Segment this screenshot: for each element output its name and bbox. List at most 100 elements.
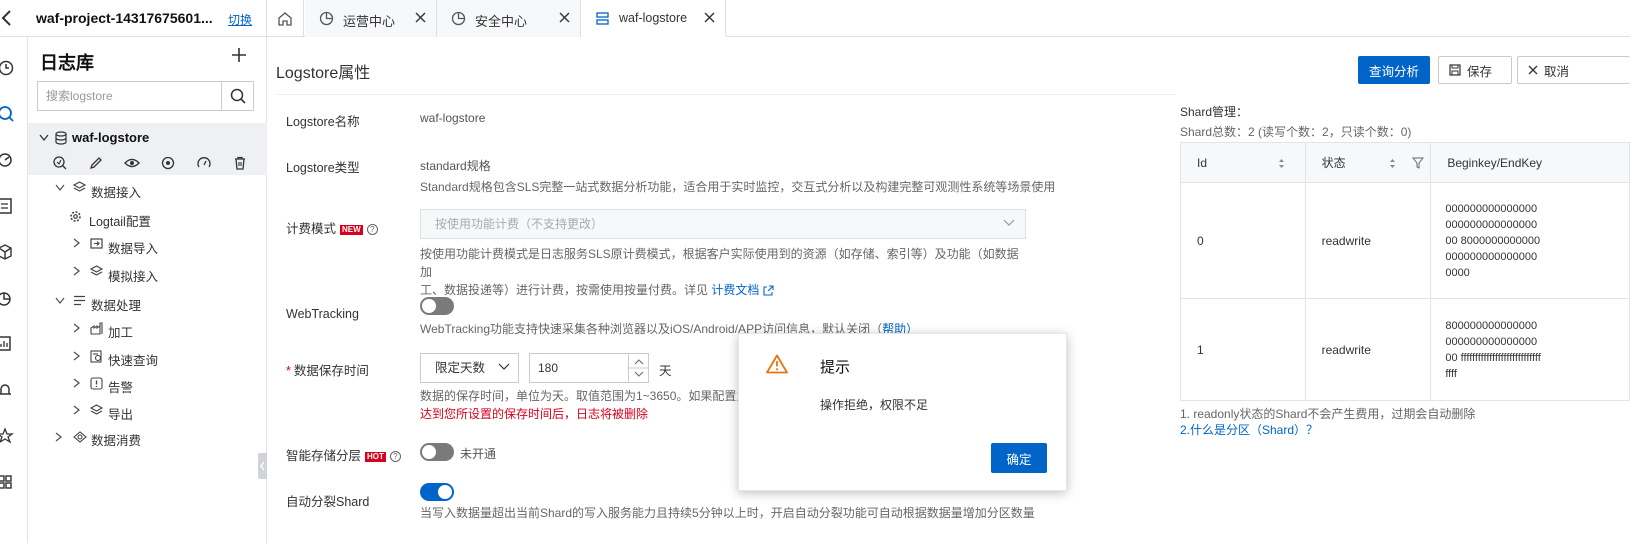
tab-ops-center[interactable]: 运营中心 bbox=[305, 0, 437, 37]
column-header-id[interactable]: Id bbox=[1180, 142, 1306, 183]
column-header-status[interactable]: 状态 bbox=[1304, 142, 1432, 183]
table-row: 0 readwrite 0000000000000000000000000000… bbox=[1180, 182, 1630, 299]
tab-label: waf-logstore bbox=[619, 11, 688, 25]
chevron-down-icon[interactable] bbox=[55, 184, 65, 192]
chart-pie-icon bbox=[451, 11, 466, 26]
tree-item-quick-query[interactable]: 快速查询 bbox=[108, 350, 158, 369]
tree-item-data-ingest[interactable]: 数据接入 bbox=[91, 182, 141, 201]
chevron-down-icon[interactable] bbox=[39, 134, 49, 142]
chevron-down-icon bbox=[1003, 219, 1015, 227]
quick-query-icon bbox=[90, 350, 103, 363]
retention-desc: 数据的保存时间，单位为天。取值范围为1~3650。如果配置为 bbox=[420, 389, 749, 403]
tree-item-simulate[interactable]: 模拟接入 bbox=[108, 266, 158, 285]
chevron-right-icon[interactable] bbox=[73, 323, 81, 333]
database-icon bbox=[55, 131, 67, 145]
query-analysis-button[interactable]: 查询分析 bbox=[1358, 56, 1430, 84]
pie-chart-icon[interactable] bbox=[0, 289, 16, 307]
project-name: waf-project-14317675601... bbox=[36, 10, 213, 26]
sidebar-collapse-handle[interactable] bbox=[258, 453, 267, 479]
retention-warning: 达到您所设置的保存时间后，日志将被删除 bbox=[420, 407, 649, 421]
help-icon[interactable]: ? bbox=[389, 451, 401, 463]
apps-grid-icon[interactable] bbox=[0, 473, 16, 491]
new-badge: NEW bbox=[340, 224, 363, 235]
edit-icon[interactable] bbox=[78, 155, 114, 171]
retention-days-input[interactable]: 180 bbox=[529, 353, 649, 383]
tree-item-data-consume[interactable]: 数据消费 bbox=[91, 430, 141, 449]
close-icon[interactable] bbox=[704, 12, 715, 23]
autosplit-toggle[interactable] bbox=[420, 483, 454, 501]
search-input[interactable] bbox=[38, 82, 218, 110]
bell-icon[interactable] bbox=[0, 381, 16, 399]
logstore-type-desc: Standard规格包含SLS完整一站式数据分析功能，适合用于实时监控，交互式分… bbox=[420, 180, 1056, 194]
tree-item-data-import[interactable]: 数据导入 bbox=[108, 238, 158, 257]
logstore-type-value: standard规格 bbox=[420, 159, 491, 173]
cube-icon[interactable] bbox=[0, 243, 16, 261]
cancel-label: 取消 bbox=[1544, 64, 1570, 79]
factory-icon bbox=[90, 322, 103, 335]
billing-doc-link[interactable]: 计费文档 bbox=[711, 283, 759, 297]
chevron-down-icon[interactable] bbox=[55, 297, 65, 305]
switch-project-link[interactable]: 切换 bbox=[228, 11, 252, 28]
tree-item-logtail[interactable]: Logtail配置 bbox=[89, 211, 151, 230]
list-icon bbox=[73, 294, 86, 307]
star-icon[interactable] bbox=[0, 427, 16, 445]
chevron-right-icon[interactable] bbox=[73, 266, 81, 276]
shard-help-link[interactable]: 2.什么是分区（Shard）？ bbox=[1180, 421, 1318, 438]
chevron-right-icon[interactable] bbox=[55, 432, 63, 442]
billing-desc: 按使用功能计费模式是日志服务SLS原计费模式，根据客户实际使用到的资源（如存储、… bbox=[420, 245, 1020, 299]
chevron-right-icon[interactable] bbox=[73, 378, 81, 388]
save-button[interactable]: 保存 bbox=[1438, 56, 1512, 84]
chevron-right-icon[interactable] bbox=[73, 405, 81, 415]
close-icon[interactable] bbox=[559, 12, 570, 23]
gear-icon bbox=[69, 210, 82, 223]
logstore-item[interactable]: waf-logstore bbox=[28, 123, 267, 175]
webtracking-toggle[interactable] bbox=[420, 297, 454, 315]
warning-icon bbox=[766, 354, 788, 374]
billing-mode-text: 计费模式 bbox=[286, 222, 337, 236]
filter-icon[interactable] bbox=[1412, 157, 1425, 169]
search-button[interactable] bbox=[221, 82, 253, 110]
external-link-icon[interactable] bbox=[763, 285, 774, 296]
chart-pie-icon bbox=[319, 11, 334, 26]
save-label: 保存 bbox=[1467, 64, 1493, 79]
sort-icon[interactable] bbox=[1389, 158, 1396, 169]
gauge-icon[interactable] bbox=[186, 155, 222, 171]
clock-icon[interactable] bbox=[0, 59, 16, 77]
delete-icon[interactable] bbox=[222, 155, 258, 171]
add-icon[interactable] bbox=[231, 47, 247, 63]
eye-icon[interactable] bbox=[114, 155, 150, 171]
document-icon[interactable] bbox=[0, 197, 16, 215]
home-tab[interactable] bbox=[266, 0, 304, 37]
cancel-button[interactable]: 取消 bbox=[1517, 56, 1630, 84]
logstore-name: waf-logstore bbox=[72, 130, 150, 145]
tree-item-export[interactable]: 导出 bbox=[108, 404, 133, 423]
shard-keys: 00000000000000000000000000000000 8000000… bbox=[1430, 182, 1630, 299]
tiering-toggle[interactable] bbox=[420, 443, 454, 461]
close-icon[interactable] bbox=[415, 12, 426, 23]
search-logs-icon[interactable] bbox=[0, 105, 16, 123]
import-icon bbox=[90, 237, 103, 250]
retention-unit: 天 bbox=[659, 364, 672, 378]
help-icon[interactable]: ? bbox=[366, 224, 378, 236]
toggle-knob bbox=[422, 299, 436, 313]
logstore-icon bbox=[595, 11, 610, 26]
monitor-icon[interactable] bbox=[150, 155, 186, 171]
retention-mode-select[interactable]: 限定天数 bbox=[420, 353, 519, 383]
back-arrow-icon[interactable] bbox=[0, 8, 18, 28]
report-icon[interactable] bbox=[0, 335, 16, 353]
chevron-right-icon[interactable] bbox=[73, 238, 81, 248]
column-label: 状态 bbox=[1321, 156, 1346, 170]
confirm-button[interactable]: 确定 bbox=[991, 443, 1047, 473]
tab-security-center[interactable]: 安全中心 bbox=[437, 0, 581, 37]
chevron-right-icon[interactable] bbox=[73, 351, 81, 361]
retention-label: * 数据保存时间 bbox=[286, 360, 369, 379]
tree-item-data-processing[interactable]: 数据处理 bbox=[91, 295, 141, 314]
number-stepper[interactable] bbox=[628, 354, 649, 382]
tree-item-alert[interactable]: 告警 bbox=[108, 377, 133, 396]
dashboard-icon[interactable] bbox=[0, 151, 16, 169]
tree-item-transform[interactable]: 加工 bbox=[108, 322, 133, 341]
tab-waf-logstore[interactable]: waf-logstore bbox=[581, 0, 726, 37]
shard-note: 1. readonly状态的Shard不会产生费用，过期会自动删除 bbox=[1180, 407, 1476, 421]
sort-icon[interactable] bbox=[1278, 158, 1285, 169]
query-icon[interactable] bbox=[42, 155, 78, 171]
